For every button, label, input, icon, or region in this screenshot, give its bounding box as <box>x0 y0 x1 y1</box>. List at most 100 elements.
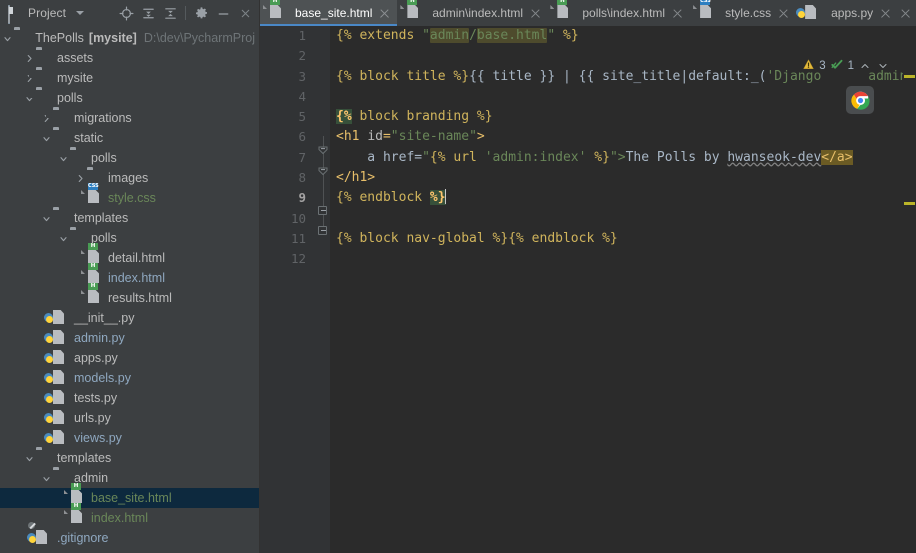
expand-all-icon[interactable] <box>138 3 158 23</box>
tree-item[interactable]: mysite <box>0 68 259 88</box>
code-line[interactable]: {% endblock %} <box>336 188 916 208</box>
locate-icon[interactable] <box>116 3 136 23</box>
folder-icon <box>70 230 86 246</box>
tree-item[interactable]: assets <box>0 48 259 68</box>
chevron-down-icon[interactable] <box>23 448 36 468</box>
tree-item[interactable]: templates <box>0 208 259 228</box>
code-editor[interactable]: 1 2 3 4 5 6 7 8 9 10 11 12 {% extends "a… <box>260 26 916 553</box>
fold-marker-line6[interactable] <box>318 163 328 176</box>
tree-item[interactable]: __init__.py <box>0 308 259 328</box>
code-line[interactable]: {% block nav-global %}{% endblock %} <box>336 229 916 249</box>
tree-item[interactable]: Hdetail.html <box>0 243 259 268</box>
tree-item[interactable]: apps.py <box>0 348 259 368</box>
css-file-icon: CSS <box>693 0 715 21</box>
chevron-right-icon[interactable] <box>23 68 36 88</box>
tree-item[interactable]: tests.py <box>0 388 259 408</box>
chevron-down-icon[interactable] <box>57 148 70 168</box>
minimize-icon[interactable] <box>213 3 233 23</box>
warning-marker[interactable] <box>904 202 915 205</box>
close-icon[interactable] <box>672 8 683 19</box>
fold-marker-line9[interactable] <box>318 226 327 235</box>
editor-tab[interactable]: apps.py <box>796 0 898 26</box>
tree-item[interactable]: Hindex.html <box>0 503 259 528</box>
close-icon[interactable] <box>778 8 789 19</box>
tree-item[interactable]: views.py <box>0 428 259 448</box>
chevron-down-icon[interactable] <box>57 228 70 248</box>
chevron-right-icon[interactable] <box>74 168 87 188</box>
code-line[interactable]: <h1 id="site-name"> <box>336 127 916 147</box>
chevron-right-icon[interactable] <box>23 48 36 68</box>
inspection-ok-count: 1 <box>847 60 854 72</box>
tree-arrow-placeholder <box>57 508 70 528</box>
folder-icon <box>14 30 30 46</box>
tree-item[interactable]: images <box>0 168 259 188</box>
code-line[interactable]: a href="{% url 'admin:index' %}">The Pol… <box>336 148 916 168</box>
editor-tab[interactable]: Hpolls\index.html <box>547 0 690 26</box>
inspection-ok-icon <box>830 58 844 74</box>
tree-item[interactable]: Hindex.html <box>0 263 259 288</box>
chevron-down-icon[interactable] <box>23 88 36 108</box>
close-icon[interactable] <box>235 3 255 23</box>
marker-scrollbar[interactable] <box>903 52 916 553</box>
fold-marker-line5[interactable] <box>318 142 328 155</box>
tree-item[interactable]: static <box>0 128 259 148</box>
code-folding-gutter[interactable] <box>316 26 330 553</box>
tree-item-selected[interactable]: Hbase_site.html <box>0 483 259 508</box>
code-line[interactable]: {% block branding %} <box>336 107 916 127</box>
tree-item[interactable]: migrations <box>0 108 259 128</box>
editor-tab[interactable]: Hadmin\index.html <box>397 0 547 26</box>
editor-tab[interactable]: CSS style.css <box>690 0 796 26</box>
fold-marker-line8[interactable] <box>318 206 327 215</box>
tree-item[interactable]: polls <box>0 228 259 248</box>
close-icon[interactable] <box>379 8 390 19</box>
project-file-tree[interactable]: ThePolls [mysite] D:\dev\PycharmProj assets… <box>0 26 259 553</box>
code-line[interactable]: {% extends "admin/base.html" %} <box>336 26 916 46</box>
line-number: 10 <box>290 210 306 226</box>
tree-item[interactable]: admin <box>0 468 259 488</box>
tree-item[interactable]: Hresults.html <box>0 283 259 308</box>
chevron-down-icon[interactable] <box>76 11 85 15</box>
gear-icon[interactable] <box>191 3 211 23</box>
tree-item[interactable]: CSS style.css <box>0 183 259 208</box>
chevron-down-icon[interactable] <box>40 208 53 228</box>
close-icon[interactable] <box>880 8 891 19</box>
code-line[interactable] <box>336 249 916 269</box>
editor-area: Hbase_site.html Hadmin\index.html Hpolls\i… <box>260 0 916 553</box>
chevron-down-icon[interactable] <box>1 28 14 48</box>
warning-marker[interactable] <box>904 75 915 78</box>
tree-item[interactable]: urls.py <box>0 408 259 428</box>
code-line[interactable]: </h1> <box>336 168 916 188</box>
project-title-group[interactable]: Project <box>8 5 85 24</box>
collapse-all-icon[interactable] <box>160 3 180 23</box>
chrome-icon[interactable] <box>846 86 874 114</box>
chevron-right-icon[interactable] <box>40 108 53 128</box>
tree-item[interactable]: models.py <box>0 368 259 388</box>
tree-item[interactable]: admin.py <box>0 328 259 348</box>
line-number: 9 <box>298 190 306 206</box>
line-number: 3 <box>298 68 306 84</box>
tree-item[interactable]: ThePolls [mysite] D:\dev\PycharmProj <box>0 28 259 48</box>
chevron-up-icon[interactable] <box>858 59 872 73</box>
pycharm-window: Project ThePolls [mysite] D:\dev\Pycharm… <box>0 0 916 553</box>
python-file-icon <box>44 310 69 326</box>
tree-item[interactable]: polls <box>0 148 259 168</box>
tree-item[interactable]: polls <box>0 88 259 108</box>
close-icon[interactable] <box>900 8 911 19</box>
tree-item[interactable]: templates <box>0 448 259 468</box>
project-panel-label: Project <box>28 6 67 20</box>
tree-item-label: urls.py <box>74 411 111 425</box>
tree-item[interactable]: .gitignore <box>0 521 259 548</box>
chevron-down-icon[interactable] <box>40 468 53 488</box>
tab-bar-right-controls <box>898 0 916 26</box>
chevron-down-icon[interactable] <box>876 59 890 73</box>
editor-tab[interactable]: Hbase_site.html <box>260 0 398 26</box>
editor-tab-bar[interactable]: Hbase_site.html Hadmin\index.html Hpolls\i… <box>260 0 916 26</box>
html-file-icon: H <box>400 0 422 21</box>
chevron-down-icon[interactable] <box>40 128 53 148</box>
code-text-area[interactable]: {% extends "admin/base.html" %} {% block… <box>330 26 916 553</box>
code-line[interactable] <box>336 87 916 107</box>
code-line[interactable] <box>336 209 916 229</box>
folder-icon <box>53 210 69 226</box>
close-icon[interactable] <box>530 8 541 19</box>
inspection-widget[interactable]: 3 1 <box>802 56 890 76</box>
